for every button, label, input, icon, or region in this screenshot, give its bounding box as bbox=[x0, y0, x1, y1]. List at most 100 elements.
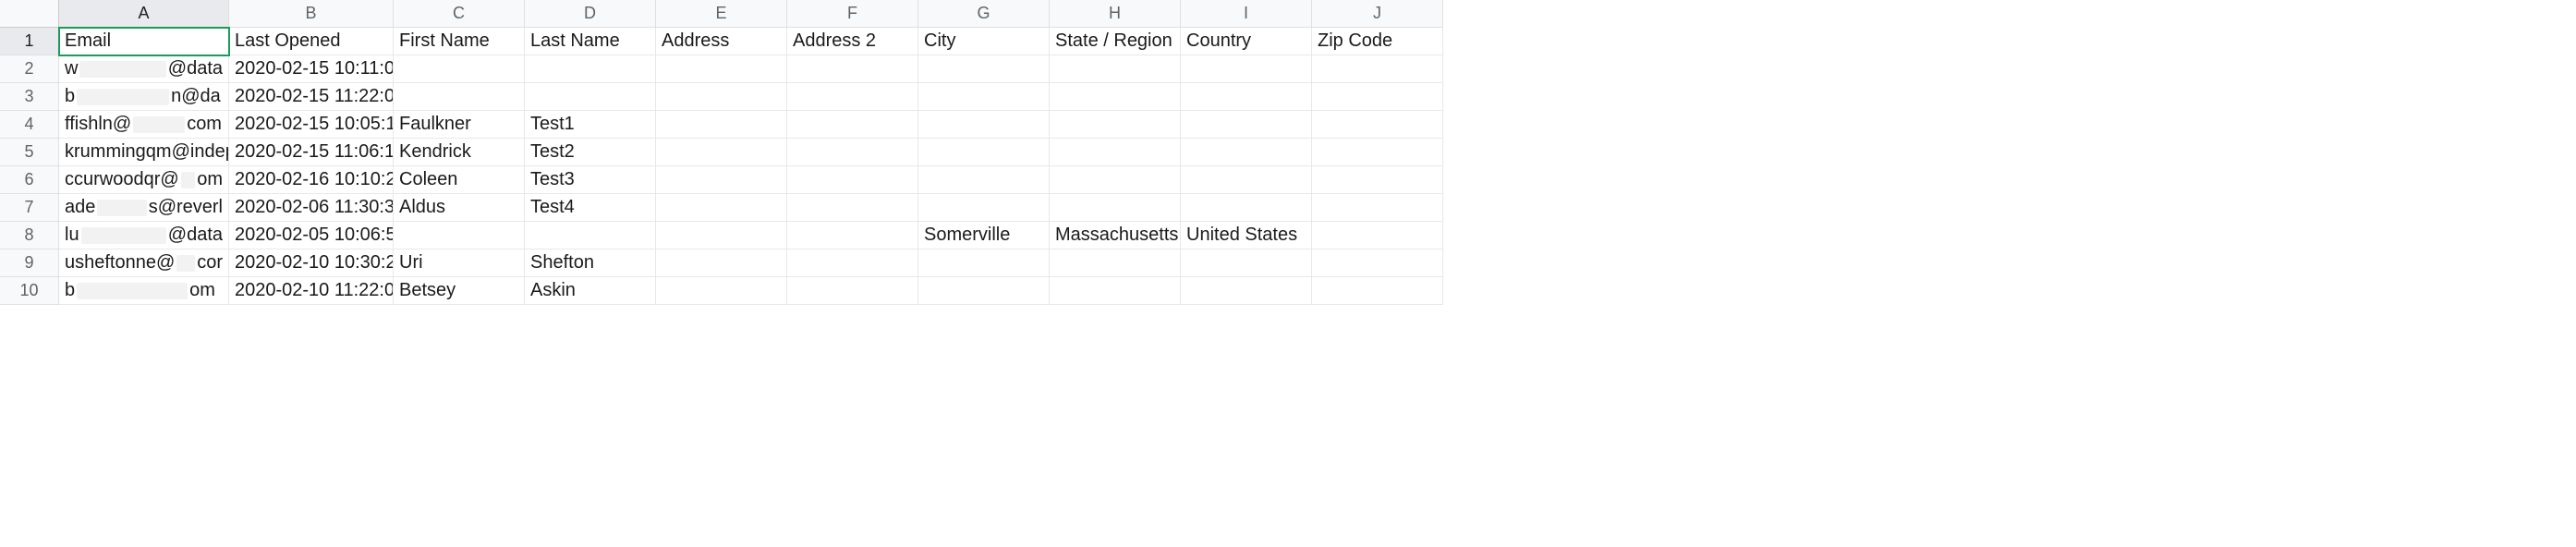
cell-D1[interactable]: Last Name bbox=[525, 28, 656, 55]
cell-J6[interactable] bbox=[1312, 166, 1443, 194]
cell-B3[interactable]: 2020-02-15 11:22:04 bbox=[229, 83, 394, 111]
cell-J9[interactable] bbox=[1312, 249, 1443, 277]
row-header-7[interactable]: 7 bbox=[0, 194, 59, 222]
row-header-8[interactable]: 8 bbox=[0, 222, 59, 249]
cell-H2[interactable] bbox=[1050, 55, 1181, 83]
cell-B1[interactable]: Last Opened bbox=[229, 28, 394, 55]
cell-A7[interactable]: ades@reverl bbox=[59, 194, 229, 222]
column-header-b[interactable]: B bbox=[229, 0, 394, 28]
cell-A1[interactable]: Email bbox=[59, 28, 229, 55]
cell-C7[interactable]: Aldus bbox=[394, 194, 525, 222]
cell-D10[interactable]: Askin bbox=[525, 277, 656, 305]
cell-I1[interactable]: Country bbox=[1181, 28, 1312, 55]
cell-E4[interactable] bbox=[656, 111, 787, 139]
cell-J10[interactable] bbox=[1312, 277, 1443, 305]
cell-G3[interactable] bbox=[918, 83, 1050, 111]
cell-C6[interactable]: Coleen bbox=[394, 166, 525, 194]
cell-D2[interactable] bbox=[525, 55, 656, 83]
cell-G6[interactable] bbox=[918, 166, 1050, 194]
cell-C4[interactable]: Faulkner bbox=[394, 111, 525, 139]
column-header-e[interactable]: E bbox=[656, 0, 787, 28]
cell-E1[interactable]: Address bbox=[656, 28, 787, 55]
cell-C8[interactable] bbox=[394, 222, 525, 249]
cell-J2[interactable] bbox=[1312, 55, 1443, 83]
column-header-g[interactable]: G bbox=[918, 0, 1050, 28]
column-header-h[interactable]: H bbox=[1050, 0, 1181, 28]
cell-G7[interactable] bbox=[918, 194, 1050, 222]
cell-J8[interactable] bbox=[1312, 222, 1443, 249]
cell-D9[interactable]: Shefton bbox=[525, 249, 656, 277]
cell-G9[interactable] bbox=[918, 249, 1050, 277]
cell-E6[interactable] bbox=[656, 166, 787, 194]
cell-B6[interactable]: 2020-02-16 10:10:22 bbox=[229, 166, 394, 194]
row-header-4[interactable]: 4 bbox=[0, 111, 59, 139]
cell-H8[interactable]: Massachusetts bbox=[1050, 222, 1181, 249]
cell-H6[interactable] bbox=[1050, 166, 1181, 194]
cell-H10[interactable] bbox=[1050, 277, 1181, 305]
cell-A4[interactable]: ffishln@com bbox=[59, 111, 229, 139]
cell-G2[interactable] bbox=[918, 55, 1050, 83]
row-header-3[interactable]: 3 bbox=[0, 83, 59, 111]
cell-G10[interactable] bbox=[918, 277, 1050, 305]
cell-E2[interactable] bbox=[656, 55, 787, 83]
cell-E10[interactable] bbox=[656, 277, 787, 305]
cell-B10[interactable]: 2020-02-10 11:22:03 bbox=[229, 277, 394, 305]
cell-H3[interactable] bbox=[1050, 83, 1181, 111]
cell-B9[interactable]: 2020-02-10 10:30:22 bbox=[229, 249, 394, 277]
cell-B7[interactable]: 2020-02-06 11:30:33 bbox=[229, 194, 394, 222]
cell-I3[interactable] bbox=[1181, 83, 1312, 111]
cell-J7[interactable] bbox=[1312, 194, 1443, 222]
cell-F1[interactable]: Address 2 bbox=[787, 28, 918, 55]
cell-A3[interactable]: bn@da bbox=[59, 83, 229, 111]
column-header-d[interactable]: D bbox=[525, 0, 656, 28]
cell-J1[interactable]: Zip Code bbox=[1312, 28, 1443, 55]
cell-J4[interactable] bbox=[1312, 111, 1443, 139]
column-header-f[interactable]: F bbox=[787, 0, 918, 28]
cell-B8[interactable]: 2020-02-05 10:06:55 bbox=[229, 222, 394, 249]
cell-D6[interactable]: Test3 bbox=[525, 166, 656, 194]
cell-G4[interactable] bbox=[918, 111, 1050, 139]
row-header-6[interactable]: 6 bbox=[0, 166, 59, 194]
cell-I10[interactable] bbox=[1181, 277, 1312, 305]
row-header-2[interactable]: 2 bbox=[0, 55, 59, 83]
cell-B4[interactable]: 2020-02-15 10:05:11 bbox=[229, 111, 394, 139]
cell-A2[interactable]: w@data bbox=[59, 55, 229, 83]
cell-H9[interactable] bbox=[1050, 249, 1181, 277]
cell-I9[interactable] bbox=[1181, 249, 1312, 277]
column-header-j[interactable]: J bbox=[1312, 0, 1443, 28]
cell-F9[interactable] bbox=[787, 249, 918, 277]
cell-B2[interactable]: 2020-02-15 10:11:02 bbox=[229, 55, 394, 83]
row-header-9[interactable]: 9 bbox=[0, 249, 59, 277]
cell-E3[interactable] bbox=[656, 83, 787, 111]
cell-G1[interactable]: City bbox=[918, 28, 1050, 55]
cell-C3[interactable] bbox=[394, 83, 525, 111]
cell-J5[interactable] bbox=[1312, 139, 1443, 166]
cell-I2[interactable] bbox=[1181, 55, 1312, 83]
cell-F10[interactable] bbox=[787, 277, 918, 305]
cell-C9[interactable]: Uri bbox=[394, 249, 525, 277]
cell-I5[interactable] bbox=[1181, 139, 1312, 166]
cell-F5[interactable] bbox=[787, 139, 918, 166]
cell-H5[interactable] bbox=[1050, 139, 1181, 166]
row-header-10[interactable]: 10 bbox=[0, 277, 59, 305]
cell-A10[interactable]: bom bbox=[59, 277, 229, 305]
cell-F4[interactable] bbox=[787, 111, 918, 139]
cell-C2[interactable] bbox=[394, 55, 525, 83]
cell-E7[interactable] bbox=[656, 194, 787, 222]
cell-G5[interactable] bbox=[918, 139, 1050, 166]
cell-E5[interactable] bbox=[656, 139, 787, 166]
cell-A8[interactable]: lu@data bbox=[59, 222, 229, 249]
cell-D4[interactable]: Test1 bbox=[525, 111, 656, 139]
cell-F8[interactable] bbox=[787, 222, 918, 249]
column-header-c[interactable]: C bbox=[394, 0, 525, 28]
cell-H4[interactable] bbox=[1050, 111, 1181, 139]
cell-I6[interactable] bbox=[1181, 166, 1312, 194]
cell-A9[interactable]: usheftonne@cor bbox=[59, 249, 229, 277]
column-header-a[interactable]: A bbox=[59, 0, 229, 28]
cell-D7[interactable]: Test4 bbox=[525, 194, 656, 222]
select-all-corner[interactable] bbox=[0, 0, 59, 28]
cell-D3[interactable] bbox=[525, 83, 656, 111]
cell-A6[interactable]: ccurwoodqr@om bbox=[59, 166, 229, 194]
cell-C10[interactable]: Betsey bbox=[394, 277, 525, 305]
cell-I8[interactable]: United States bbox=[1181, 222, 1312, 249]
